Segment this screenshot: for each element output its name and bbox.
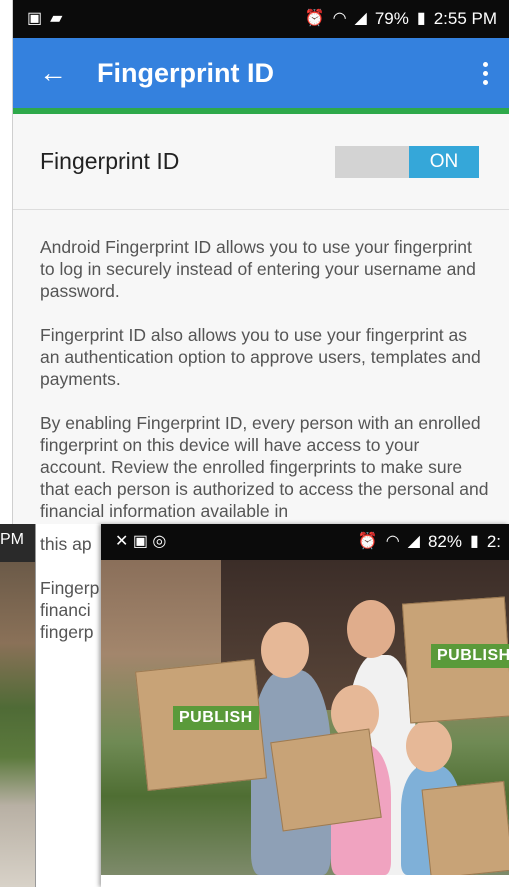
paragraph: Android Fingerprint ID allows you to use… (40, 237, 476, 301)
fingerprint-setting-row: Fingerprint ID ON (13, 114, 509, 210)
battery-percent: 82% (427, 532, 462, 551)
page-title: Fingerprint ID (97, 57, 274, 88)
battery-icon: ▮ (470, 533, 479, 550)
app-bar: ← Fingerprint ID (13, 38, 509, 114)
status-time: 2: (486, 532, 501, 551)
fingerprint-toggle[interactable]: ON (335, 145, 479, 178)
background-screen-middle: this ap Fingerp financi fingerp (36, 524, 102, 887)
back-arrow-icon[interactable]: ← (39, 59, 69, 87)
moving-box (270, 728, 382, 832)
bottom-area (101, 875, 509, 887)
family-moving-photo: PUBLISH PUBLISH (101, 560, 509, 875)
text-line: Fingerp (40, 578, 100, 598)
battery-icon: ▮ (416, 10, 426, 27)
paragraph: By enabling Fingerprint ID, every person… (40, 413, 489, 521)
text-line: fingerp (40, 622, 94, 642)
text-line: financi (40, 600, 91, 620)
status-bar: ▣ ▰ ⏰ ◠ ◢ 79% ▮ 2:55 PM (13, 0, 509, 38)
wifi-icon: ◠ (332, 10, 347, 27)
alarm-icon: ⏰ (304, 10, 325, 27)
photo-fragment (0, 562, 35, 887)
signal-icon: ◢ (407, 533, 420, 550)
moving-box (421, 780, 509, 875)
notification-icons: ✕ ▣ ◎ (115, 533, 167, 550)
paragraph: Fingerprint ID also allows you to use yo… (40, 325, 481, 389)
image-icon: ▣ (27, 10, 43, 27)
background-screen-left: PM (0, 524, 36, 887)
status-time-fragment: PM (0, 531, 24, 548)
publish-label-right: PUBLISH (431, 644, 509, 668)
status-bar: ✕ ▣ ◎ ⏰ ◠ ◢ 82% ▮ 2: (101, 524, 509, 560)
foreground-screen: ✕ ▣ ◎ ⏰ ◠ ◢ 82% ▮ 2: PUBLISH PUBLISH (101, 524, 509, 887)
status-time: 2:55 PM (433, 9, 497, 28)
chat-icon: ▰ (50, 10, 63, 27)
wifi-icon: ◠ (385, 533, 400, 550)
text-fragment: this ap Fingerp financi fingerp (36, 524, 101, 643)
toggle-state-label: ON (409, 145, 479, 178)
head (347, 600, 395, 658)
head (261, 622, 309, 678)
alarm-icon: ⏰ (357, 533, 378, 550)
setting-label: Fingerprint ID (40, 148, 180, 174)
text-line: this ap (40, 534, 92, 554)
battery-percent: 79% (374, 9, 409, 28)
signal-icon: ◢ (354, 10, 367, 27)
publish-label-left: PUBLISH (173, 706, 259, 730)
more-options-icon[interactable] (475, 61, 495, 85)
description-text: Android Fingerprint ID allows you to use… (13, 210, 509, 522)
head (406, 720, 452, 772)
